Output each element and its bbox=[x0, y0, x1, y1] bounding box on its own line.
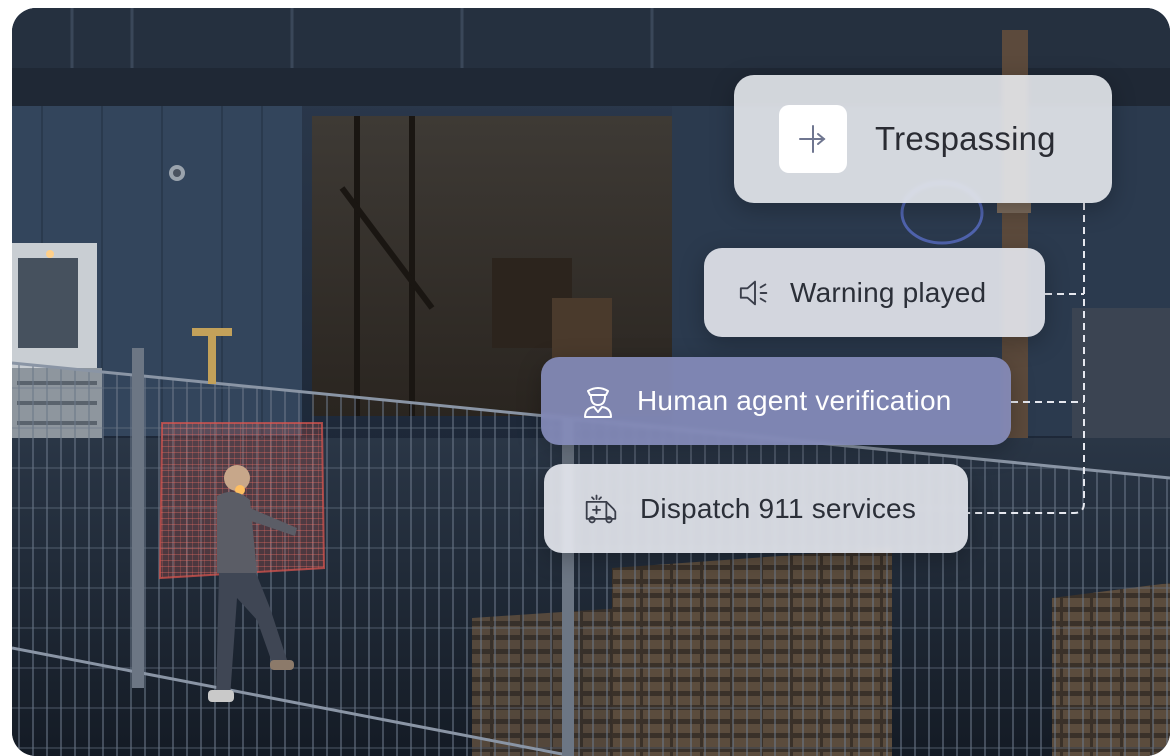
step-label: Dispatch 911 services bbox=[640, 492, 917, 524]
alert-title: Trespassing bbox=[875, 120, 1056, 157]
security-guard-icon bbox=[581, 384, 615, 418]
warning-played-step[interactable]: Warning played bbox=[704, 248, 1045, 337]
human-verification-step[interactable]: Human agent verification bbox=[541, 357, 1011, 445]
trespassing-alert-card[interactable]: Trespassing bbox=[734, 75, 1112, 203]
step-label: Warning played bbox=[790, 276, 987, 308]
camera-feed: Trespassing Warning played Human agent v… bbox=[12, 8, 1170, 756]
arrow-split-icon bbox=[779, 105, 847, 173]
step-label: Human agent verification bbox=[637, 385, 952, 416]
speaker-icon bbox=[738, 276, 772, 310]
ambulance-icon bbox=[584, 492, 618, 526]
dispatch-911-step[interactable]: Dispatch 911 services bbox=[544, 464, 968, 553]
